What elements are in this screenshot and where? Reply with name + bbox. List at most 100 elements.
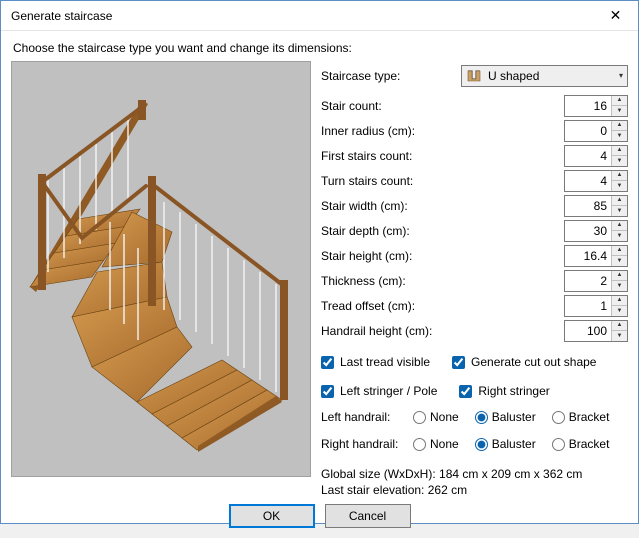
staircase-preview[interactable] <box>11 61 311 477</box>
number-spinner[interactable]: ▲ ▼ <box>564 120 628 142</box>
check-row-1: Last tread visible Generate cut out shap… <box>321 352 628 372</box>
number-spinner[interactable]: ▲ ▼ <box>564 270 628 292</box>
checkbox-last-tread[interactable] <box>321 356 334 369</box>
parameters-form: Staircase type: U shaped ▾ Stair count: … <box>321 61 628 498</box>
radio-right-none[interactable]: None <box>413 437 459 451</box>
spin-down-icon[interactable]: ▼ <box>612 106 627 116</box>
spin-up-icon[interactable]: ▲ <box>612 96 627 107</box>
u-shaped-icon <box>466 69 482 83</box>
radio-input[interactable] <box>552 411 565 424</box>
check-left-stringer[interactable]: Left stringer / Pole <box>321 384 437 398</box>
number-input[interactable] <box>565 321 611 341</box>
spin-down-icon[interactable]: ▼ <box>612 256 627 266</box>
spin-buttons[interactable]: ▲ ▼ <box>611 196 627 216</box>
spin-buttons[interactable]: ▲ ▼ <box>611 221 627 241</box>
spin-down-icon[interactable]: ▼ <box>612 156 627 166</box>
status-last-elevation: Last stair elevation: 262 cm <box>321 482 628 498</box>
spin-down-icon[interactable]: ▼ <box>612 231 627 241</box>
spin-up-icon[interactable]: ▲ <box>612 321 627 332</box>
spin-buttons[interactable]: ▲ ▼ <box>611 321 627 341</box>
ok-button[interactable]: OK <box>229 504 315 528</box>
check-last-tread[interactable]: Last tread visible <box>321 355 430 369</box>
spin-up-icon[interactable]: ▲ <box>612 121 627 132</box>
check-cut-out[interactable]: Generate cut out shape <box>452 355 596 369</box>
spin-up-icon[interactable]: ▲ <box>612 221 627 232</box>
close-icon: ✕ <box>610 7 622 24</box>
label-right-stringer: Right stringer <box>478 384 549 398</box>
field-row: Thickness (cm): ▲ ▼ <box>321 268 628 293</box>
number-spinner[interactable]: ▲ ▼ <box>564 320 628 342</box>
radio-right-baluster[interactable]: Baluster <box>475 437 536 451</box>
number-input[interactable] <box>565 121 611 141</box>
number-input[interactable] <box>565 196 611 216</box>
number-spinner[interactable]: ▲ ▼ <box>564 195 628 217</box>
checkbox-left-stringer[interactable] <box>321 385 334 398</box>
spin-buttons[interactable]: ▲ ▼ <box>611 171 627 191</box>
spin-up-icon[interactable]: ▲ <box>612 171 627 182</box>
spin-down-icon[interactable]: ▼ <box>612 131 627 141</box>
number-input[interactable] <box>565 221 611 241</box>
check-right-stringer[interactable]: Right stringer <box>459 384 549 398</box>
number-input[interactable] <box>565 171 611 191</box>
number-input[interactable] <box>565 271 611 291</box>
radio-input[interactable] <box>475 438 488 451</box>
spin-up-icon[interactable]: ▲ <box>612 271 627 282</box>
label-last-tread: Last tread visible <box>340 355 430 369</box>
label-cut-out: Generate cut out shape <box>471 355 596 369</box>
staircase-type-value: U shaped <box>488 69 613 83</box>
radio-left-bracket[interactable]: Bracket <box>552 410 610 424</box>
number-spinner[interactable]: ▲ ▼ <box>564 170 628 192</box>
radio-input[interactable] <box>413 411 426 424</box>
spin-buttons[interactable]: ▲ ▼ <box>611 246 627 266</box>
radio-right-bracket[interactable]: Bracket <box>552 437 610 451</box>
number-spinner[interactable]: ▲ ▼ <box>564 145 628 167</box>
field-label: Turn stairs count: <box>321 174 461 188</box>
spin-down-icon[interactable]: ▼ <box>612 281 627 291</box>
cancel-button[interactable]: Cancel <box>325 504 411 528</box>
number-input[interactable] <box>565 146 611 166</box>
number-input[interactable] <box>565 96 611 116</box>
spin-buttons[interactable]: ▲ ▼ <box>611 121 627 141</box>
radio-label: Bracket <box>569 437 610 451</box>
radio-left-none[interactable]: None <box>413 410 459 424</box>
radio-label: Baluster <box>492 437 536 451</box>
radio-left-baluster[interactable]: Baluster <box>475 410 536 424</box>
window-title: Generate staircase <box>11 9 593 23</box>
spin-up-icon[interactable]: ▲ <box>612 196 627 207</box>
spin-down-icon[interactable]: ▼ <box>612 331 627 341</box>
radio-label: None <box>430 437 459 451</box>
number-input[interactable] <box>565 246 611 266</box>
checkbox-right-stringer[interactable] <box>459 385 472 398</box>
radio-input[interactable] <box>475 411 488 424</box>
spin-down-icon[interactable]: ▼ <box>612 206 627 216</box>
field-row: Inner radius (cm): ▲ ▼ <box>321 118 628 143</box>
number-spinner[interactable]: ▲ ▼ <box>564 295 628 317</box>
spin-buttons[interactable]: ▲ ▼ <box>611 96 627 116</box>
dialog-window: Generate staircase ✕ Choose the staircas… <box>0 0 639 524</box>
spin-up-icon[interactable]: ▲ <box>612 296 627 307</box>
main-row: Staircase type: U shaped ▾ Stair count: … <box>11 61 628 498</box>
field-row: Turn stairs count: ▲ ▼ <box>321 168 628 193</box>
spin-up-icon[interactable]: ▲ <box>612 246 627 257</box>
prompt-text: Choose the staircase type you want and c… <box>13 41 628 55</box>
number-spinner[interactable]: ▲ ▼ <box>564 220 628 242</box>
number-spinner[interactable]: ▲ ▼ <box>564 245 628 267</box>
spin-buttons[interactable]: ▲ ▼ <box>611 296 627 316</box>
spin-down-icon[interactable]: ▼ <box>612 306 627 316</box>
spin-down-icon[interactable]: ▼ <box>612 181 627 191</box>
staircase-type-select[interactable]: U shaped ▾ <box>461 65 628 87</box>
field-row: Handrail height (cm): ▲ ▼ <box>321 318 628 343</box>
spin-up-icon[interactable]: ▲ <box>612 146 627 157</box>
spin-buttons[interactable]: ▲ ▼ <box>611 146 627 166</box>
number-spinner[interactable]: ▲ ▼ <box>564 95 628 117</box>
radio-input[interactable] <box>552 438 565 451</box>
spin-buttons[interactable]: ▲ ▼ <box>611 271 627 291</box>
checkbox-cut-out[interactable] <box>452 356 465 369</box>
field-label: Stair count: <box>321 99 461 113</box>
radio-input[interactable] <box>413 438 426 451</box>
close-button[interactable]: ✕ <box>593 1 638 30</box>
label-left-handrail: Left handrail: <box>321 410 413 424</box>
row-right-handrail: Right handrail: None Baluster Bracket <box>321 433 628 455</box>
radio-label: Bracket <box>569 410 610 424</box>
number-input[interactable] <box>565 296 611 316</box>
